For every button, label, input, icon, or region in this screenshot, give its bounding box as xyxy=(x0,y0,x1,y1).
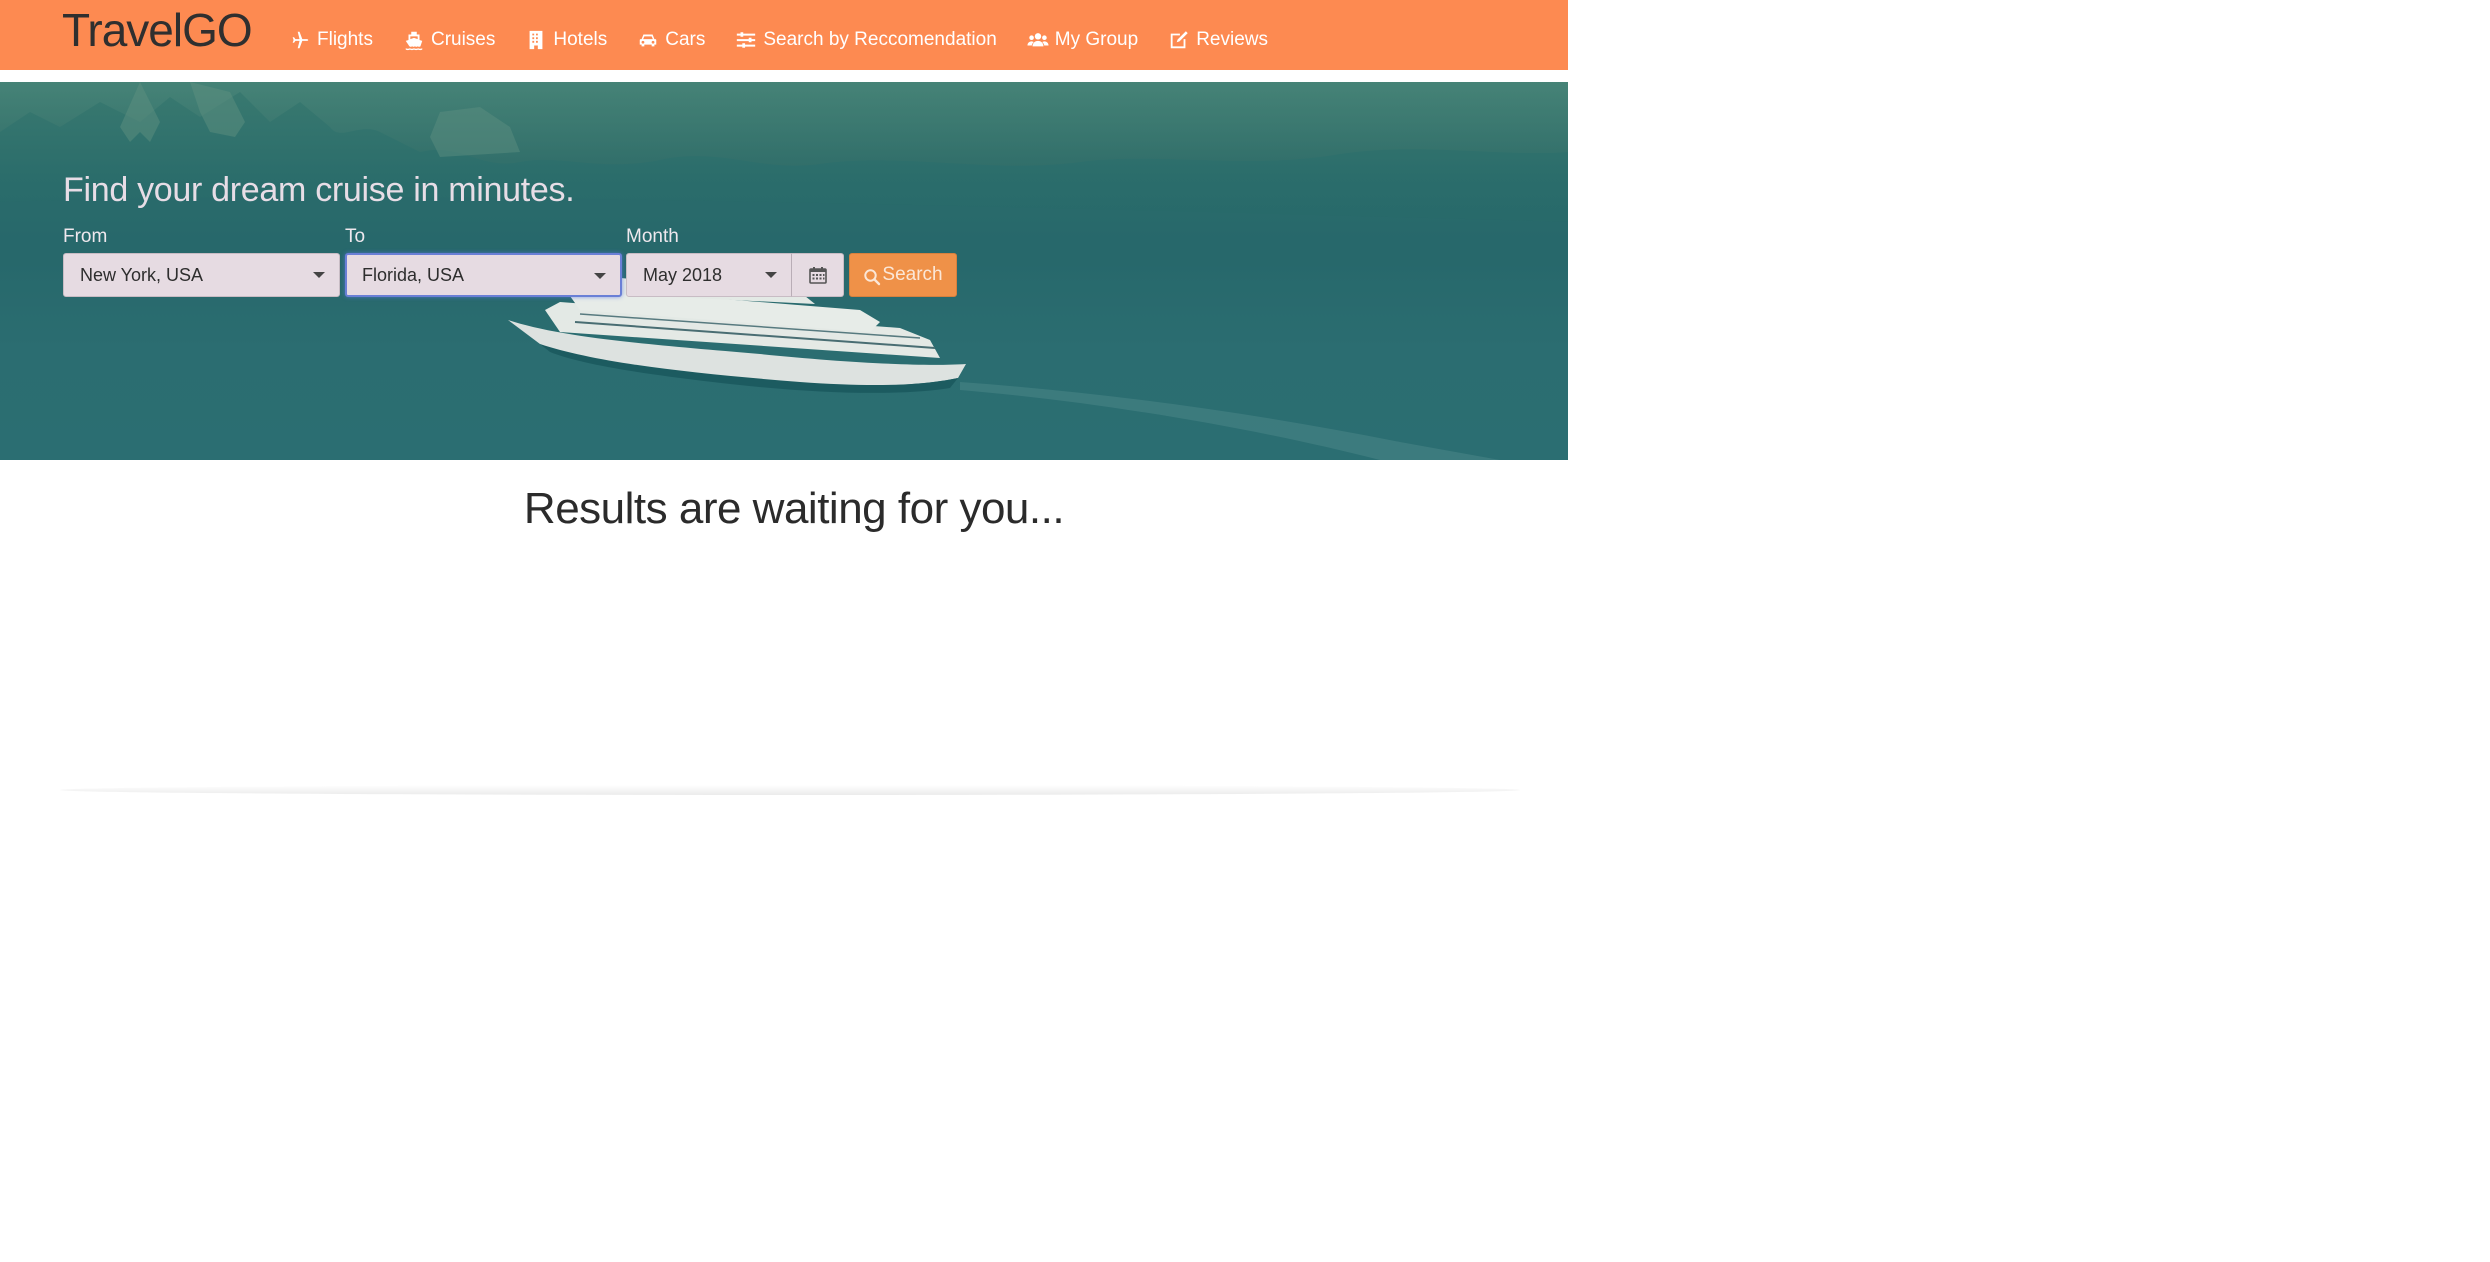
hero-banner: Find your dream cruise in minutes. From … xyxy=(0,82,1568,460)
nav-item-recommendation[interactable]: Search by Reccomendation xyxy=(735,24,997,56)
nav-divider xyxy=(0,70,1568,82)
month-select[interactable]: May 2018 xyxy=(626,253,792,297)
nav-label-reviews: Reviews xyxy=(1196,29,1269,50)
month-label: Month xyxy=(626,226,679,247)
nav-label-my-group: My Group xyxy=(1054,29,1139,50)
nav-item-my-group[interactable]: My Group xyxy=(1027,24,1138,56)
from-select[interactable]: New York, USA xyxy=(63,253,340,297)
chevron-down-icon xyxy=(313,272,325,278)
building-icon xyxy=(525,29,547,51)
to-select[interactable]: Florida, USA xyxy=(345,253,622,297)
hero-headline: Find your dream cruise in minutes. xyxy=(63,171,575,209)
ship-icon xyxy=(403,29,425,51)
results-panel-shadow xyxy=(60,785,1520,795)
search-icon xyxy=(863,265,882,286)
nav-menu: Flights Cruises Hotels Cars Search by Re… xyxy=(289,24,1298,56)
nav-item-cruises[interactable]: Cruises xyxy=(403,24,495,56)
calendar-button[interactable] xyxy=(791,253,844,297)
nav-label-recommendation: Search by Reccomendation xyxy=(763,29,997,50)
from-select-value: New York, USA xyxy=(80,265,204,285)
plane-icon xyxy=(289,29,311,51)
chevron-down-icon xyxy=(765,272,777,278)
edit-icon xyxy=(1168,29,1190,51)
top-navbar: TravelGO Flights Cruises Hotels Cars Sea… xyxy=(0,0,1568,70)
from-label: From xyxy=(63,226,108,247)
calendar-icon xyxy=(808,265,828,285)
nav-item-hotels[interactable]: Hotels xyxy=(525,24,607,56)
to-label: To xyxy=(345,226,366,247)
nav-label-cruises: Cruises xyxy=(430,29,496,50)
chevron-down-icon xyxy=(594,273,606,279)
nav-label-flights: Flights xyxy=(317,29,373,50)
nav-label-hotels: Hotels xyxy=(553,29,608,50)
results-heading: Results are waiting for you... xyxy=(523,484,1065,533)
month-select-value: May 2018 xyxy=(643,265,723,285)
users-icon xyxy=(1027,29,1049,51)
to-select-value: Florida, USA xyxy=(362,265,465,285)
search-button[interactable]: Search xyxy=(849,253,957,297)
sliders-icon xyxy=(735,29,757,51)
nav-label-cars: Cars xyxy=(665,29,706,50)
nav-item-reviews[interactable]: Reviews xyxy=(1168,24,1268,56)
nav-item-flights[interactable]: Flights xyxy=(289,24,373,56)
nav-item-cars[interactable]: Cars xyxy=(637,24,705,56)
search-button-label: Search xyxy=(882,264,943,285)
car-icon xyxy=(637,29,659,51)
brand-logo[interactable]: TravelGO xyxy=(62,4,253,56)
